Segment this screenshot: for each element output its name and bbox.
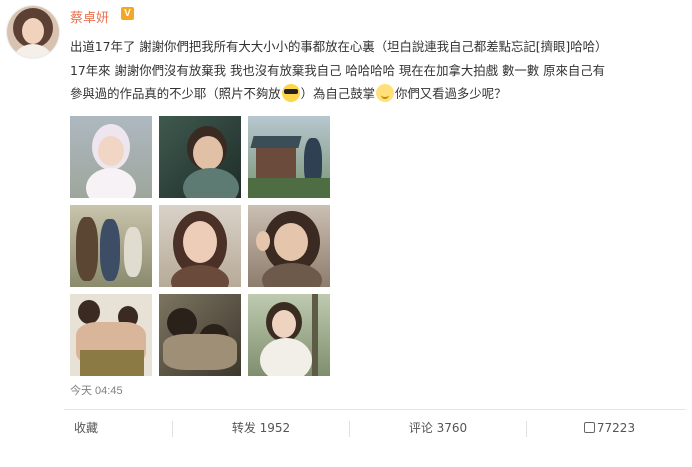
repost-button[interactable]: 转发 1952 — [173, 410, 349, 446]
like-button[interactable]: 77223 — [527, 410, 692, 446]
photo-grid — [70, 116, 330, 376]
avatar[interactable] — [7, 6, 59, 58]
clap-emoji-icon — [375, 84, 394, 102]
photo-thumbnail[interactable] — [159, 294, 241, 376]
photo-thumbnail[interactable] — [248, 294, 330, 376]
username[interactable]: 蔡卓妍 — [70, 7, 109, 26]
post-text: 出道17年了 謝謝你們把我所有大大小小的事都放在心裏（坦白說連我自己都差點忘記[… — [70, 35, 684, 106]
photo-thumbnail[interactable] — [70, 294, 152, 376]
post-text-segment: 參與過的作品真的不少耶（照片不夠放 — [70, 86, 281, 101]
comment-label: 评论 3760 — [408, 421, 468, 435]
post-text-line-2: 17年來 謝謝你們沒有放棄我 我也沒有放棄我自己 哈哈哈哈 現在在加拿大拍戲 數… — [70, 62, 606, 78]
post-text-segment: 你們又看過多少呢？ — [394, 86, 507, 101]
post-timestamp[interactable]: 今天 04:45 — [70, 382, 123, 398]
photo-thumbnail[interactable] — [248, 205, 330, 287]
repost-label: 转发 1952 — [231, 421, 291, 435]
thumbs-up-icon — [583, 422, 595, 433]
photo-thumbnail[interactable] — [70, 116, 152, 198]
favorite-button[interactable]: 收藏 — [0, 410, 172, 446]
action-bar: 收藏 转发 1952 评论 3760 77223 — [0, 410, 692, 446]
favorite-label: 收藏 — [73, 421, 98, 435]
photo-thumbnail[interactable] — [70, 205, 152, 287]
photo-thumbnail[interactable] — [248, 116, 330, 198]
like-count: 77223 — [596, 421, 636, 435]
photo-thumbnail[interactable] — [159, 205, 241, 287]
sunglasses-emoji-icon — [281, 84, 300, 102]
photo-thumbnail[interactable] — [159, 116, 241, 198]
post-text-segment: ）為自己鼓掌 — [300, 86, 375, 101]
verified-badge-icon: V — [121, 7, 134, 20]
comment-button[interactable]: 评论 3760 — [350, 410, 526, 446]
post-text-line-3: 參與過的作品真的不少耶（照片不夠放 ）為自己鼓掌 你們又看過多少呢？ — [70, 82, 684, 106]
post-text-line-1: 出道17年了 謝謝你們把我所有大大小小的事都放在心裏（坦白說連我自己都差點忘記[… — [70, 39, 608, 54]
